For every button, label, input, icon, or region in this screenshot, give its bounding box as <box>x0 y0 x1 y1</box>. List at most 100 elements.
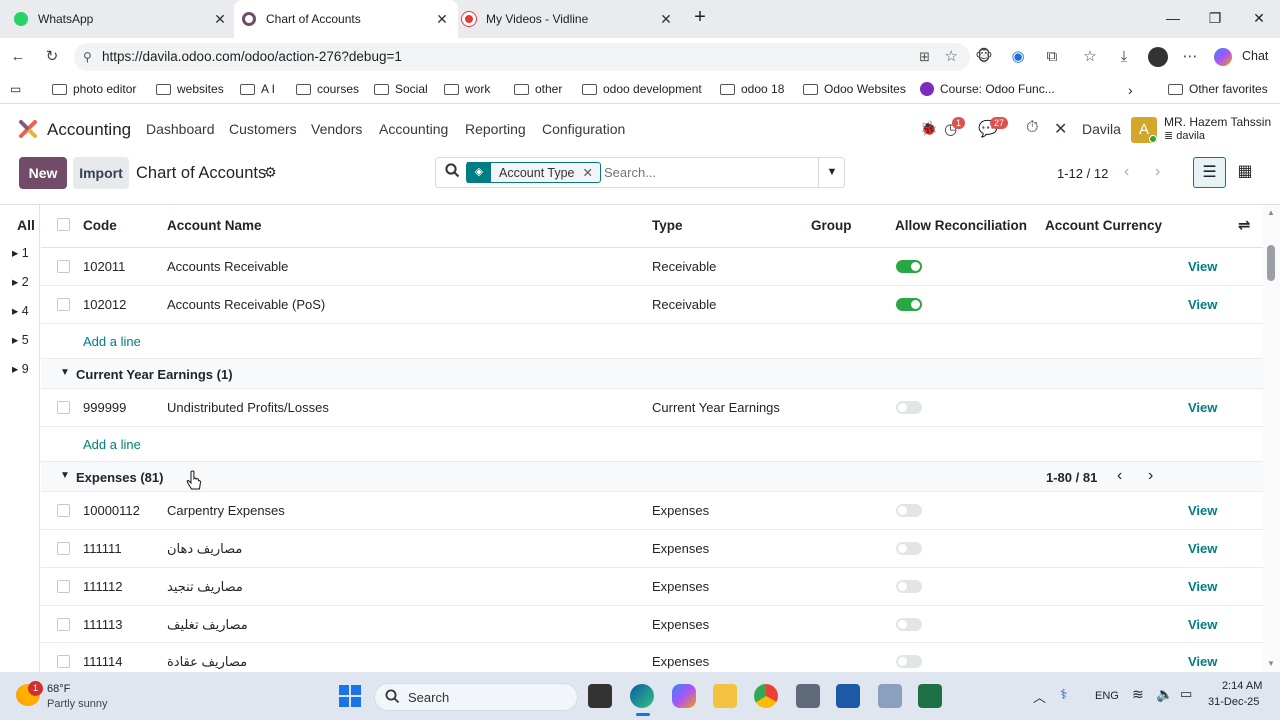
pager-next-icon[interactable]: › <box>1155 163 1160 181</box>
group-row-current-year-earnings[interactable]: ▼ Current Year Earnings (1) <box>41 359 1263 389</box>
profile-avatar[interactable] <box>1148 47 1168 67</box>
chat-button[interactable]: Chat <box>1242 49 1268 63</box>
table-row[interactable]: 102012 Accounts Receivable (PoS) Receiva… <box>41 286 1263 324</box>
all-groups-label[interactable]: All <box>17 217 35 233</box>
list-view-icon[interactable]: ☰ <box>1193 157 1226 188</box>
view-link[interactable]: View <box>1188 579 1217 594</box>
header-allow-reconciliation[interactable]: Allow Reconciliation <box>895 218 1027 233</box>
search-facet[interactable]: ◈ Account Type ✕ <box>466 162 601 183</box>
bookmark-folder[interactable]: work <box>444 82 490 96</box>
reconcile-toggle[interactable] <box>896 580 922 593</box>
reconcile-toggle[interactable] <box>896 298 922 311</box>
row-checkbox[interactable] <box>57 504 70 517</box>
add-line-link[interactable]: Add a line <box>83 334 141 349</box>
table-row[interactable]: 10000112 Carpentry Expenses Expenses Vie… <box>41 492 1263 530</box>
gear-icon[interactable]: ⚙ <box>264 164 277 181</box>
header-account-name[interactable]: Account Name <box>167 218 262 233</box>
minimize-icon[interactable]: — <box>1163 10 1183 26</box>
sidebar-toggle-icon[interactable]: ▭ <box>10 82 21 96</box>
tray-app-icon[interactable]: ⚕ <box>1060 686 1068 703</box>
extension-vidline-icon[interactable]: ◉ <box>1008 47 1028 67</box>
copilot-icon[interactable] <box>1214 48 1232 66</box>
menu-customers[interactable]: Customers <box>229 121 297 137</box>
view-link[interactable]: View <box>1188 259 1217 274</box>
downloads-icon[interactable]: ⤓ <box>1114 47 1134 67</box>
header-type[interactable]: Type <box>652 218 683 233</box>
row-checkbox[interactable] <box>57 542 70 555</box>
menu-vendors[interactable]: Vendors <box>311 121 362 137</box>
weather-temp[interactable]: 68°F <box>47 683 70 695</box>
row-checkbox[interactable] <box>57 260 70 273</box>
view-link[interactable]: View <box>1188 503 1217 518</box>
pager-value[interactable]: 1-12 / 12 <box>1057 166 1108 181</box>
side-group-9[interactable]: ▸ 9 <box>12 361 29 376</box>
optional-columns-icon[interactable]: ⇌ <box>1238 216 1251 234</box>
windows-start-icon[interactable] <box>339 685 361 707</box>
header-code[interactable]: Code <box>83 218 117 233</box>
tab-chart-of-accounts[interactable]: Chart of Accounts ✕ <box>234 0 458 38</box>
view-link[interactable]: View <box>1188 654 1217 669</box>
taskbar-search[interactable]: Search <box>374 683 578 711</box>
group-pager-previous-icon[interactable]: ‹ <box>1117 467 1122 485</box>
volume-icon[interactable]: 🔈 <box>1156 686 1173 703</box>
new-button[interactable]: New <box>19 157 67 189</box>
file-explorer-icon[interactable] <box>713 684 737 708</box>
favorites-icon[interactable]: ☆ <box>1080 47 1100 67</box>
tools-icon[interactable]: ✕ <box>1054 119 1067 139</box>
view-link[interactable]: View <box>1188 541 1217 556</box>
search-icon[interactable] <box>445 163 460 181</box>
reconcile-toggle[interactable] <box>896 401 922 414</box>
user-name[interactable]: MR. Hazem Tahssin <box>1164 115 1271 129</box>
table-row[interactable]: 111113 مصاريف تغليف Expenses View <box>41 606 1263 643</box>
side-group-4[interactable]: ▸ 4 <box>12 303 29 318</box>
pager-previous-icon[interactable]: ‹ <box>1124 163 1129 181</box>
scroll-down-icon[interactable]: ▼ <box>1267 659 1275 668</box>
bookmark-folder[interactable]: courses <box>296 82 359 96</box>
search-input[interactable] <box>604 162 804 183</box>
header-account-currency[interactable]: Account Currency <box>1045 218 1162 233</box>
bookmark-folder[interactable]: Social <box>374 82 428 96</box>
battery-icon[interactable]: ▭ <box>1180 686 1192 702</box>
row-checkbox[interactable] <box>57 618 70 631</box>
bookmark-folder[interactable]: photo editor <box>52 82 136 96</box>
close-tab-icon[interactable]: ✕ <box>212 11 228 28</box>
import-button[interactable]: Import <box>73 157 129 189</box>
view-link[interactable]: View <box>1188 400 1217 415</box>
tab-vidline[interactable]: My Videos - Vidline ✕ <box>462 0 682 38</box>
new-tab-icon[interactable]: + <box>690 6 710 29</box>
row-checkbox[interactable] <box>57 580 70 593</box>
clock-date[interactable]: 31-Dec-25 <box>1208 696 1259 708</box>
side-group-5[interactable]: ▸ 5 <box>12 332 29 347</box>
row-checkbox[interactable] <box>57 655 70 668</box>
close-tab-icon[interactable]: ✕ <box>658 11 674 28</box>
bookmark-folder[interactable]: Odoo Websites <box>803 82 906 96</box>
search-options-toggle-icon[interactable]: ▼ <box>818 158 845 187</box>
timer-icon[interactable]: ⏱ <box>1026 119 1038 137</box>
debug-bug-icon[interactable]: 🐞 <box>920 120 937 137</box>
excel-icon[interactable] <box>918 684 942 708</box>
close-window-icon[interactable]: ✕ <box>1249 10 1269 27</box>
bookmark-folder[interactable]: websites <box>156 82 224 96</box>
select-all-checkbox[interactable] <box>57 218 70 231</box>
bookmark-link[interactable]: Course: Odoo Func... <box>920 82 1055 96</box>
extensions-icon[interactable]: ⧉ <box>1042 47 1062 67</box>
language-indicator[interactable]: ENG <box>1095 690 1119 702</box>
back-icon[interactable]: ← <box>8 47 28 67</box>
group-row-expenses[interactable]: ▼ Expenses (81) 1-80 / 81 ‹ › <box>41 462 1263 492</box>
extension-monkey-icon[interactable]: 🐵 <box>974 47 994 67</box>
reload-icon[interactable]: ↻ <box>42 47 62 67</box>
row-checkbox[interactable] <box>57 298 70 311</box>
scroll-up-icon[interactable]: ▲ <box>1267 208 1275 217</box>
url-bar[interactable]: ⚲ https://davila.odoo.com/odoo/action-27… <box>74 43 970 71</box>
clock-time[interactable]: 2:14 AM <box>1222 680 1262 692</box>
reconcile-toggle[interactable] <box>896 504 922 517</box>
reconcile-toggle[interactable] <box>896 618 922 631</box>
table-row[interactable]: 111114 مصاريف عقادة Expenses View <box>41 643 1263 672</box>
site-info-icon[interactable]: ⚲ <box>83 43 92 71</box>
company-switcher[interactable]: Davila <box>1082 121 1121 137</box>
bookmark-folder[interactable]: other <box>514 82 562 96</box>
snipping-tool-icon[interactable] <box>878 684 902 708</box>
close-tab-icon[interactable]: ✕ <box>434 11 450 28</box>
menu-dashboard[interactable]: Dashboard <box>146 121 215 137</box>
favorite-star-icon[interactable]: ☆ <box>945 43 958 71</box>
